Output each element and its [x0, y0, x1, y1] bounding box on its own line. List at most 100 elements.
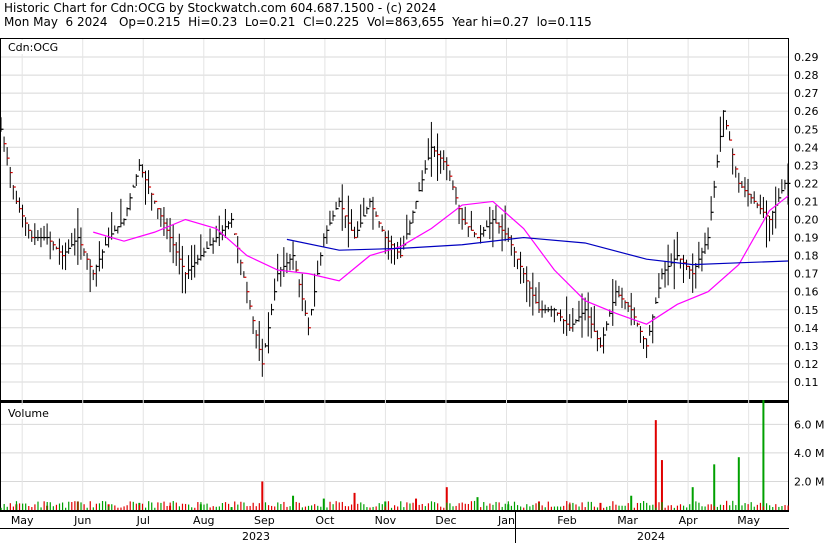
- volume-bar: [772, 506, 774, 510]
- volume-bar: [347, 506, 350, 510]
- volume-bar: [501, 506, 503, 510]
- volume-bar: [394, 505, 396, 510]
- month-tick-label: May: [11, 514, 34, 527]
- volume-bar: [649, 505, 651, 510]
- volume-bar: [52, 506, 54, 510]
- volume-bar: [464, 503, 466, 510]
- volume-bar: [80, 502, 82, 510]
- volume-bar: [621, 505, 623, 510]
- volume-bar: [615, 504, 617, 510]
- volume-bar: [178, 506, 181, 510]
- volume-bar: [556, 506, 559, 510]
- volume-bar: [513, 501, 516, 510]
- month-tick-label: Feb: [557, 514, 576, 527]
- volume-bar: [679, 504, 682, 510]
- volume-bar: [516, 505, 519, 510]
- volume-bar: [360, 502, 362, 510]
- volume-bar: [335, 501, 337, 510]
- volume-bar: [507, 501, 509, 510]
- volume-bar: [105, 501, 107, 510]
- volume-bar: [234, 501, 236, 510]
- volume-bar: [203, 504, 205, 510]
- volume-bar: [271, 505, 273, 510]
- price-tick-label: 0.29: [794, 51, 819, 64]
- volume-bar: [529, 506, 531, 510]
- volume-bar: [55, 504, 58, 510]
- volume-bar: [200, 502, 202, 510]
- price-tick-label: 0.17: [794, 268, 819, 281]
- volume-bar: [676, 505, 679, 510]
- volume-bar: [366, 507, 368, 510]
- volume-bar: [292, 507, 294, 510]
- volume-bar: [384, 506, 386, 510]
- volume-bar: [593, 506, 596, 510]
- volume-bar: [452, 506, 454, 510]
- volume-bar: [267, 505, 270, 510]
- volume-bar: [726, 500, 728, 510]
- volume-bar: [46, 501, 48, 510]
- volume-bar: [240, 501, 242, 510]
- month-tick-label: May: [737, 514, 760, 527]
- volume-bar: [578, 506, 580, 510]
- volume-bar: [71, 502, 73, 510]
- volume-bar: [163, 501, 165, 510]
- volume-bar: [252, 502, 254, 510]
- month-gridlines: [21, 39, 750, 510]
- volume-bar: [123, 506, 125, 510]
- volume-bar: [194, 507, 196, 510]
- volume-bar: [762, 506, 765, 510]
- volume-bar: [449, 503, 451, 510]
- volume-bar: [535, 503, 537, 510]
- volume-bar: [732, 500, 734, 510]
- volume-bar: [138, 504, 141, 510]
- price-tick-label: 0.14: [794, 322, 819, 335]
- price-tick-label: 0.28: [794, 69, 819, 82]
- month-tick-label: Jul: [136, 514, 150, 527]
- moving-average-long-line: [286, 236, 789, 266]
- volume-bar: [492, 504, 494, 510]
- volume-bar: [274, 506, 276, 510]
- volume-bar: [37, 501, 39, 510]
- month-tick-label: Apr: [679, 514, 699, 527]
- volume-bar: [572, 502, 574, 510]
- price-tick-label: 0.23: [794, 159, 819, 172]
- volume-bar: [735, 505, 737, 510]
- volume-bar: [609, 505, 611, 510]
- volume-bar: [246, 506, 248, 510]
- volume-bar: [633, 507, 635, 510]
- volume-bar: [320, 506, 322, 510]
- volume-bar: [520, 506, 522, 510]
- volume-bar: [695, 501, 697, 510]
- volume-bar: [157, 502, 159, 510]
- volume-bar: [424, 506, 426, 510]
- volume-bar: [58, 503, 61, 510]
- volume-bar: [747, 504, 749, 510]
- volume-bar: [286, 506, 288, 510]
- volume-bar: [787, 505, 789, 510]
- volume-bar: [154, 507, 156, 510]
- volume-bar: [132, 501, 134, 510]
- volume-bar: [227, 503, 230, 510]
- volume-bar: [646, 502, 648, 510]
- volume-bar: [31, 507, 33, 510]
- price-axis-labels: 0.11 0.12 0.13 0.14 0.15 0.16 0.17 0.18 0.19 0.20…: [794, 51, 819, 389]
- year-label-2024: 2024: [637, 530, 665, 543]
- volume-bar: [775, 504, 777, 510]
- volume-bar: [397, 506, 399, 510]
- volume-bar: [719, 504, 722, 510]
- volume-bar: [237, 504, 239, 510]
- price-tick-label: 0.21: [794, 195, 819, 208]
- volume-bar: [590, 501, 592, 510]
- volume-bar: [231, 507, 233, 510]
- volume-bar: [375, 506, 377, 510]
- volume-bar: [166, 505, 168, 510]
- volume-bar: [175, 502, 177, 510]
- price-tick-label: 0.24: [794, 141, 819, 154]
- volume-bar: [458, 503, 460, 510]
- volume-bar: [298, 502, 300, 510]
- volume-bar: [101, 500, 104, 510]
- volume-bar: [778, 506, 780, 510]
- volume-bar: [89, 501, 91, 510]
- volume-tick-label: 2.0 M: [794, 475, 824, 488]
- volume-bar: [277, 502, 279, 510]
